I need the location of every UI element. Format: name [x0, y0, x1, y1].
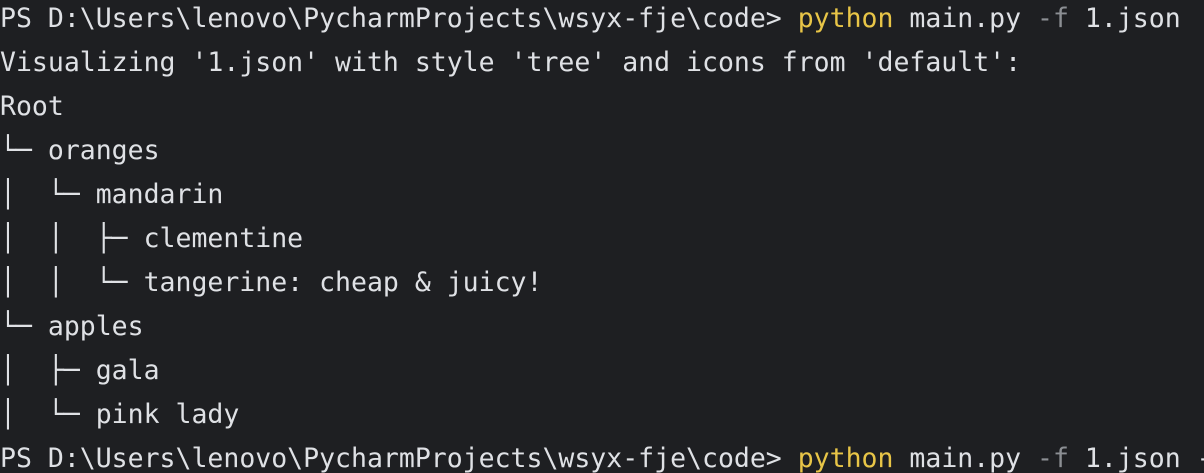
terminal-window[interactable]: PS D:\Users\lenovo\PycharmProjects\wsyx-…: [0, 0, 1204, 473]
output-header: Visualizing '1.json' with style 'tree' a…: [0, 47, 1022, 78]
tree-leaf-pink-lady: │ └─ pink lady: [0, 399, 240, 430]
command-line-2[interactable]: PS D:\Users\lenovo\PycharmProjects\wsyx-…: [0, 437, 1204, 473]
command-args: main.py: [893, 443, 1038, 473]
command-args: main.py: [893, 3, 1038, 34]
tree-leaf-gala: │ ├─ gala: [0, 355, 160, 386]
tree-node-apples: └─ apples: [0, 311, 144, 342]
tree-root: Root: [0, 91, 64, 122]
command-flag: -f: [1037, 443, 1069, 473]
command-line-1: PS D:\Users\lenovo\PycharmProjects\wsyx-…: [0, 0, 1181, 41]
tree-leaf-clementine: │ │ ├─ clementine: [0, 223, 304, 254]
tree-node-oranges: └─ oranges: [0, 135, 160, 166]
command-flag: -f: [1037, 3, 1069, 34]
command-name: python: [797, 443, 894, 473]
command-args: 1.json -: [1068, 443, 1204, 473]
prompt-path: PS D:\Users\lenovo\PycharmProjects\wsyx-…: [0, 443, 798, 473]
prompt-path: PS D:\Users\lenovo\PycharmProjects\wsyx-…: [0, 3, 798, 34]
command-name: python: [797, 3, 894, 34]
tree-leaf-tangerine: │ │ └─ tangerine: cheap & juicy!: [0, 267, 543, 298]
command-args: 1.json: [1068, 3, 1181, 34]
tree-node-mandarin: │ └─ mandarin: [0, 179, 224, 210]
